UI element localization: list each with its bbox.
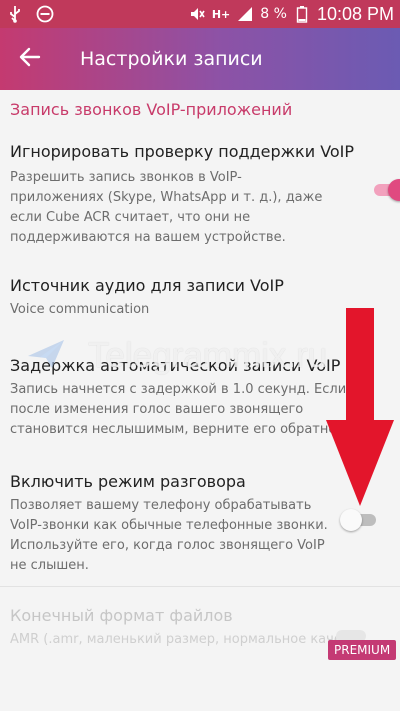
paper-plane-icon (28, 340, 64, 368)
battery-icon (293, 5, 311, 23)
ignore-voip-check-switch[interactable] (372, 176, 400, 202)
page-title: Настройки записи (80, 48, 263, 70)
red-arrow-down-icon (326, 308, 394, 506)
pref-title: Источник аудио для записи VoIP (10, 276, 284, 295)
pref-summary: Voice communication (10, 302, 150, 317)
clock: 10:08 PM (316, 3, 394, 24)
arrow-left-icon (19, 47, 41, 71)
pref-summary: Разрешить запись звонков в VoIP-приложен… (10, 170, 323, 245)
divider (0, 586, 400, 587)
pref-title: Конечный формат файлов (10, 606, 233, 625)
conversation-mode-switch[interactable] (340, 506, 378, 532)
toolbar: Настройки записи (0, 28, 400, 90)
pref-summary: AMR (.amr, маленький размер, нормальное … (10, 632, 340, 647)
premium-badge[interactable]: PREMIUM (328, 640, 397, 660)
do-not-disturb-icon (36, 5, 54, 23)
pref-ignore-voip-check[interactable]: Игнорировать проверку поддержки VoIP Раз… (0, 140, 400, 250)
pref-summary: Позволяет вашему телефону обрабатывать V… (10, 498, 328, 573)
network-hplus-icon: H+ (211, 7, 231, 21)
section-title: Запись звонков VoIP-приложений (10, 100, 293, 119)
pref-title: Игнорировать проверку поддержки VoIP (10, 142, 355, 161)
usb-icon (6, 5, 24, 23)
watermark: Telegrammix.ru (88, 336, 328, 375)
battery-percent: 8 % (260, 6, 287, 22)
signal-icon (236, 5, 254, 23)
pref-summary: Запись начнется с задержкой в 1.0 секунд… (10, 382, 347, 437)
pref-title: Включить режим разговора (10, 472, 246, 491)
back-button[interactable] (0, 28, 60, 90)
mute-icon (188, 5, 206, 23)
status-bar: H+ 8 % 10:08 PM (0, 0, 400, 28)
